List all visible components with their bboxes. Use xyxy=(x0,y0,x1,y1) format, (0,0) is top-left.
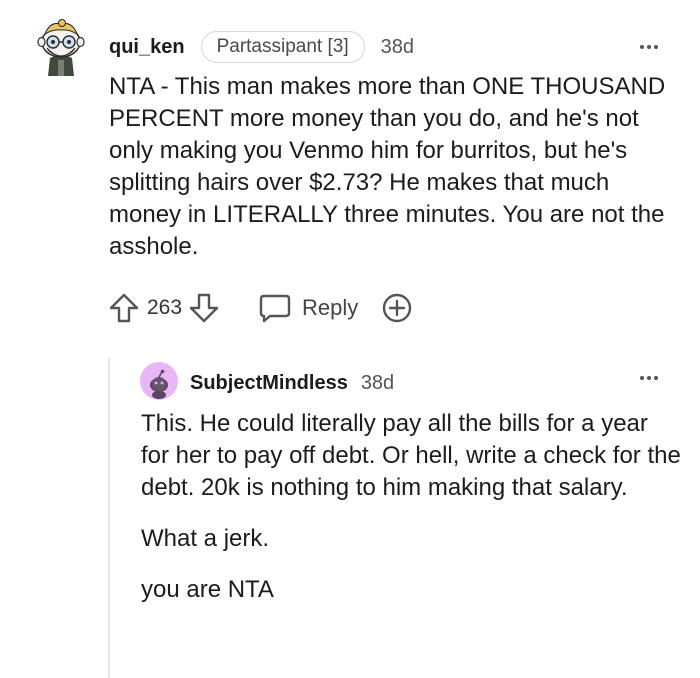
comment-age: 38d xyxy=(380,35,414,58)
upvote-icon[interactable] xyxy=(108,292,140,324)
comment-header: qui_ken Partassipant [3] 38d xyxy=(109,30,414,64)
more-options-icon[interactable] xyxy=(640,45,658,49)
reply-button[interactable]: Reply xyxy=(258,293,358,323)
award-icon xyxy=(383,293,412,323)
snoo-avatar-icon xyxy=(37,19,85,76)
reply-paragraph: you are NTA xyxy=(141,576,274,603)
username-link[interactable]: qui_ken xyxy=(109,36,185,59)
award-button[interactable] xyxy=(380,291,414,325)
user-avatar[interactable] xyxy=(36,18,86,76)
reply-user-avatar[interactable] xyxy=(140,362,178,400)
reply-username-link[interactable]: SubjectMindless xyxy=(190,372,348,395)
comment-body: NTA - This man makes more than ONE THOUS… xyxy=(109,73,666,260)
reply-paragraph: This. He could literally pay all the bil… xyxy=(141,410,681,501)
default-snoo-avatar-icon xyxy=(140,362,178,400)
comment-action-bar: 263 Reply xyxy=(108,290,414,326)
user-flair: Partassipant [3] xyxy=(200,31,365,63)
thread-line[interactable] xyxy=(108,358,110,678)
vote-count: 263 xyxy=(147,296,183,319)
reply-paragraph: What a jerk. xyxy=(141,525,270,552)
reply-age: 38d xyxy=(360,371,395,394)
more-options-icon[interactable] xyxy=(640,376,658,380)
chat-bubble-icon xyxy=(259,294,291,323)
reply-label: Reply xyxy=(302,295,359,320)
reply-header: SubjectMindless 38d xyxy=(190,368,394,398)
reply-body: This. He could literally pay all the bil… xyxy=(141,408,681,625)
downvote-icon[interactable] xyxy=(188,292,220,324)
